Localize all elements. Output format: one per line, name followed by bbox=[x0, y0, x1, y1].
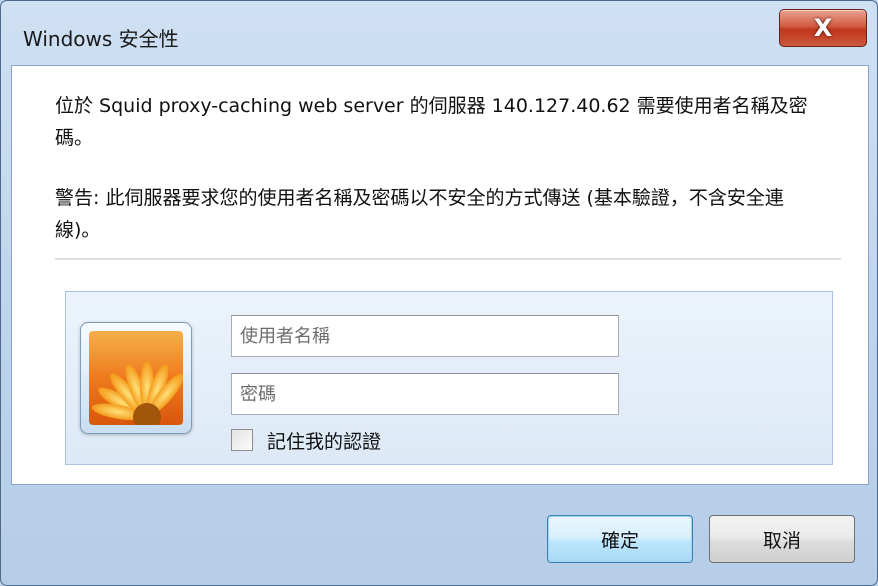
window-title: Windows 安全性 bbox=[23, 27, 179, 51]
remember-credentials[interactable]: 記住我的認證 bbox=[231, 426, 381, 454]
username-field[interactable] bbox=[231, 315, 619, 357]
avatar bbox=[80, 322, 192, 434]
warning-message: 警告: 此伺服器要求您的使用者名稱及密碼以不安全的方式傳送 (基本驗證，不含安全… bbox=[55, 187, 784, 241]
security-dialog: Windows 安全性 X 位於 Squid proxy-caching web… bbox=[0, 0, 878, 586]
remember-label[interactable]: 記住我的認證 bbox=[267, 427, 381, 454]
title-bar[interactable]: Windows 安全性 X bbox=[1, 1, 877, 65]
ok-button[interactable]: 確定 bbox=[547, 515, 693, 563]
cancel-button[interactable]: 取消 bbox=[709, 515, 855, 563]
server-message: 位於 Squid proxy-caching web server 的伺服器 1… bbox=[55, 95, 808, 149]
dialog-content: 位於 Squid proxy-caching web server 的伺服器 1… bbox=[11, 65, 869, 485]
divider bbox=[55, 258, 841, 260]
flower-avatar-icon bbox=[89, 331, 183, 425]
password-field[interactable] bbox=[231, 373, 619, 415]
close-button[interactable]: X bbox=[779, 9, 867, 47]
credential-panel: 記住我的認證 bbox=[65, 291, 833, 465]
remember-checkbox[interactable] bbox=[231, 429, 253, 451]
close-icon: X bbox=[813, 14, 833, 42]
